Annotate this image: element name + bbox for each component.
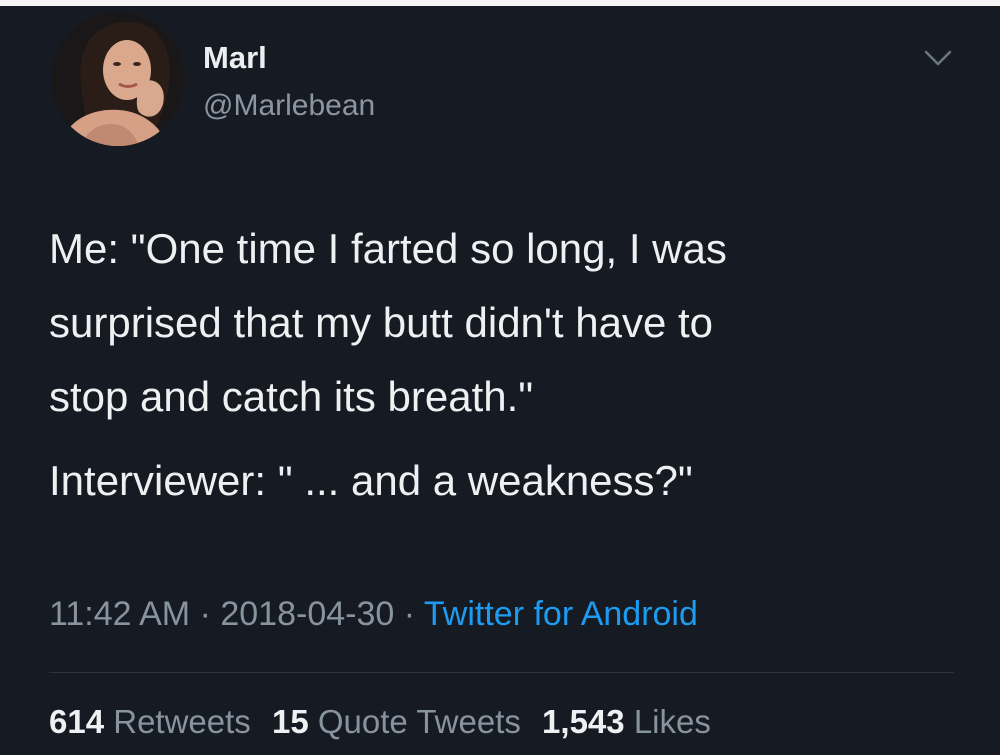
retweets-count: 614 [49,703,105,740]
tweet-text-line: stop and catch its breath." [49,373,534,420]
user-handle[interactable]: @Marlebean [203,88,375,124]
tweet-date[interactable]: 2018-04-30 [220,595,394,633]
quote-tweets-count: 15 [271,703,309,740]
retweets-label: Retweets [113,703,251,740]
tweet-meta: 11:42 AM · 2018-04-30 · Twitter for Andr… [49,594,698,634]
meta-separator: · [394,595,424,633]
tweet-card: Marl @Marlebean Me: "One time I farted s… [0,0,1000,755]
meta-separator: · [190,595,221,633]
tweet-time[interactable]: 11:42 AM [49,595,190,633]
divider [49,672,954,673]
quote-tweets-stat[interactable]: 15 Quote Tweets [272,703,521,740]
quote-tweets-label: Quote Tweets [317,703,521,740]
tweet-text-line: Interviewer: " ... and a weakness?" [49,457,693,504]
tweet-stats: 614 Retweets 15 Quote Tweets 1,543 Likes [49,702,723,742]
avatar[interactable] [51,12,185,146]
tweet-source-link[interactable]: Twitter for Android [424,595,698,633]
top-border [0,0,1000,6]
likes-stat[interactable]: 1,543 Likes [542,703,711,740]
tweet-text-line: Me: "One time I farted so long, I was [49,225,727,272]
display-name[interactable]: Marl [203,40,267,76]
likes-label: Likes [633,703,711,740]
tweet-text: Me: "One time I farted so long, I was su… [49,212,969,518]
avatar-photo [51,12,185,146]
retweets-stat[interactable]: 614 Retweets [49,703,251,740]
tweet-text-line: surprised that my butt didn't have to [49,299,714,346]
likes-count: 1,543 [542,703,625,740]
chevron-down-icon[interactable] [920,44,956,72]
